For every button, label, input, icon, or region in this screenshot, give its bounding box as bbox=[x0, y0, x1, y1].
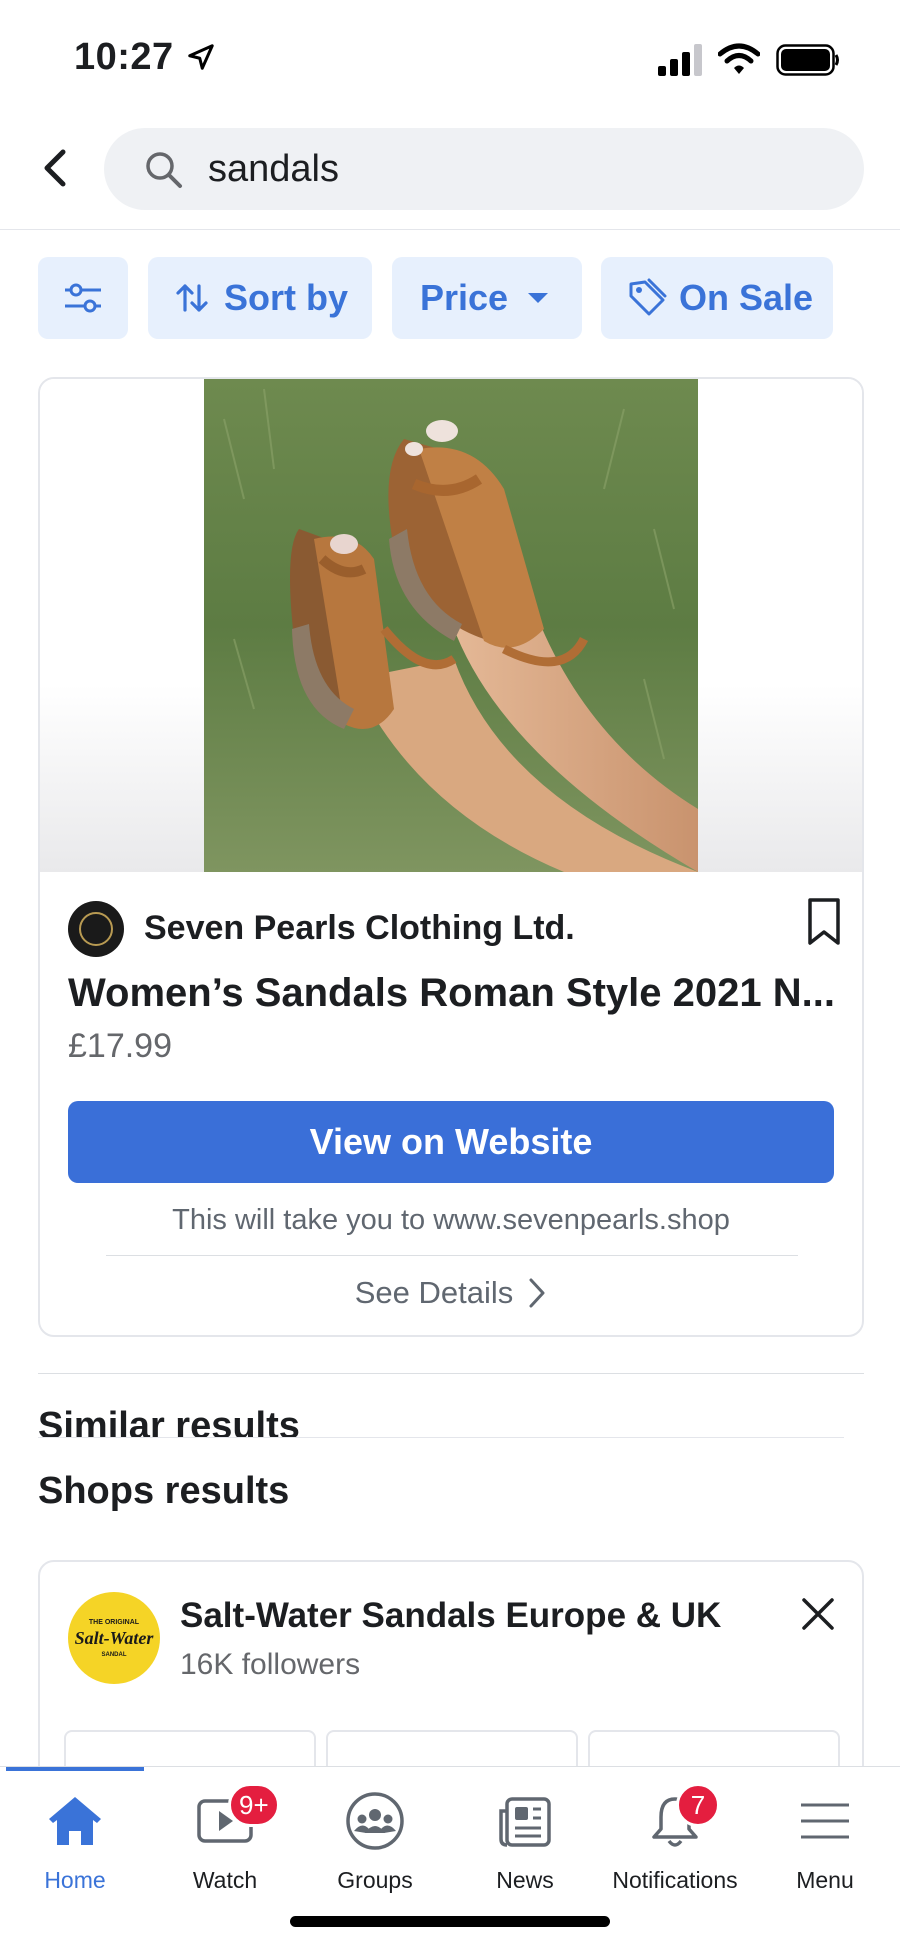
back-button[interactable] bbox=[34, 140, 74, 196]
chevron-left-icon bbox=[44, 149, 66, 187]
tab-label: Home bbox=[44, 1867, 106, 1893]
status-time: 10:27 bbox=[74, 36, 174, 78]
tab-watch[interactable]: 9+ Watch bbox=[150, 1783, 300, 1901]
similar-results-title: Similar results bbox=[38, 1405, 300, 1438]
seller-avatar[interactable] bbox=[68, 901, 124, 957]
battery-icon bbox=[776, 44, 839, 76]
svg-text:Salt-Water: Salt-Water bbox=[75, 1628, 155, 1648]
product-title[interactable]: Women’s Sandals Roman Style 2021 N... bbox=[68, 971, 848, 1016]
section-divider bbox=[38, 1373, 864, 1374]
active-tab-indicator bbox=[6, 1767, 144, 1771]
view-on-website-button[interactable]: View on Website bbox=[68, 1101, 834, 1183]
sort-by-label: Sort by bbox=[224, 277, 349, 318]
see-details-link[interactable]: See Details bbox=[40, 1275, 862, 1311]
seller-name[interactable]: Seven Pearls Clothing Ltd. bbox=[144, 909, 575, 948]
chevron-right-icon bbox=[529, 1278, 545, 1308]
news-icon bbox=[499, 1797, 551, 1847]
home-indicator bbox=[290, 1916, 610, 1927]
price-filter-button[interactable]: Price bbox=[392, 257, 582, 339]
location-arrow-icon bbox=[188, 44, 214, 70]
notifications-badge: 7 bbox=[676, 1783, 720, 1827]
tab-label: Watch bbox=[192, 1867, 258, 1893]
caret-down-icon bbox=[528, 293, 549, 303]
header-divider bbox=[0, 229, 900, 230]
tab-label: Groups bbox=[337, 1867, 413, 1893]
see-details-label: See Details bbox=[354, 1275, 514, 1310]
salt-water-logo: THE ORIGINAL Salt-Water SANDAL bbox=[75, 1619, 155, 1658]
shop-name[interactable]: Salt-Water Sandals Europe & UK bbox=[180, 1596, 721, 1636]
menu-icon bbox=[801, 1803, 849, 1839]
tab-groups[interactable]: Groups bbox=[300, 1791, 450, 1901]
redirect-note: This will take you to www.sevenpearls.sh… bbox=[172, 1204, 730, 1236]
sliders-icon bbox=[65, 283, 101, 313]
shops-results-title: Shops results bbox=[38, 1470, 290, 1512]
watch-badge: 9+ bbox=[228, 1783, 280, 1827]
price-filter-label: Price bbox=[420, 277, 509, 318]
seller-row: Seven Pearls Clothing Ltd. bbox=[68, 898, 840, 957]
product-card[interactable]: Seven Pearls Clothing Ltd. Women’s Sanda… bbox=[38, 377, 864, 1337]
tab-label: Notifications bbox=[612, 1867, 738, 1893]
sort-arrows-icon bbox=[176, 284, 208, 312]
sort-by-button[interactable]: Sort by bbox=[148, 257, 372, 339]
shop-followers: 16K followers bbox=[180, 1648, 361, 1681]
cellular-signal-icon bbox=[658, 44, 702, 76]
tab-home[interactable]: Home bbox=[0, 1791, 150, 1901]
close-icon[interactable] bbox=[798, 1594, 838, 1634]
home-icon bbox=[49, 1797, 101, 1845]
svg-text:THE ORIGINAL: THE ORIGINAL bbox=[89, 1619, 140, 1626]
card-divider bbox=[106, 1255, 798, 1256]
tab-label: Menu bbox=[796, 1867, 854, 1893]
bookmark-icon[interactable] bbox=[806, 897, 842, 947]
groups-icon bbox=[346, 1792, 404, 1850]
price-tag-icon bbox=[629, 278, 667, 316]
similar-results-header: Similar results bbox=[38, 1400, 844, 1438]
product-image-area[interactable] bbox=[40, 379, 862, 872]
on-sale-label: On Sale bbox=[679, 277, 814, 318]
svg-text:SANDAL: SANDAL bbox=[102, 1652, 127, 1658]
tab-label: News bbox=[496, 1867, 554, 1893]
shop-logo[interactable]: THE ORIGINAL Salt-Water SANDAL bbox=[68, 1592, 160, 1684]
search-query[interactable]: sandals bbox=[208, 148, 339, 191]
tab-notifications[interactable]: 7 Notifications bbox=[600, 1783, 750, 1901]
filters-button[interactable] bbox=[38, 257, 128, 339]
product-photo bbox=[204, 379, 698, 872]
search-icon bbox=[146, 152, 182, 188]
tab-menu[interactable]: Menu bbox=[750, 1791, 900, 1901]
search-input[interactable]: sandals bbox=[104, 128, 864, 210]
wifi-icon bbox=[718, 43, 760, 74]
status-bar: 10:27 bbox=[0, 0, 900, 120]
product-price: £17.99 bbox=[68, 1027, 172, 1065]
tab-news[interactable]: News bbox=[450, 1791, 600, 1901]
on-sale-filter-button[interactable]: On Sale bbox=[601, 257, 833, 339]
